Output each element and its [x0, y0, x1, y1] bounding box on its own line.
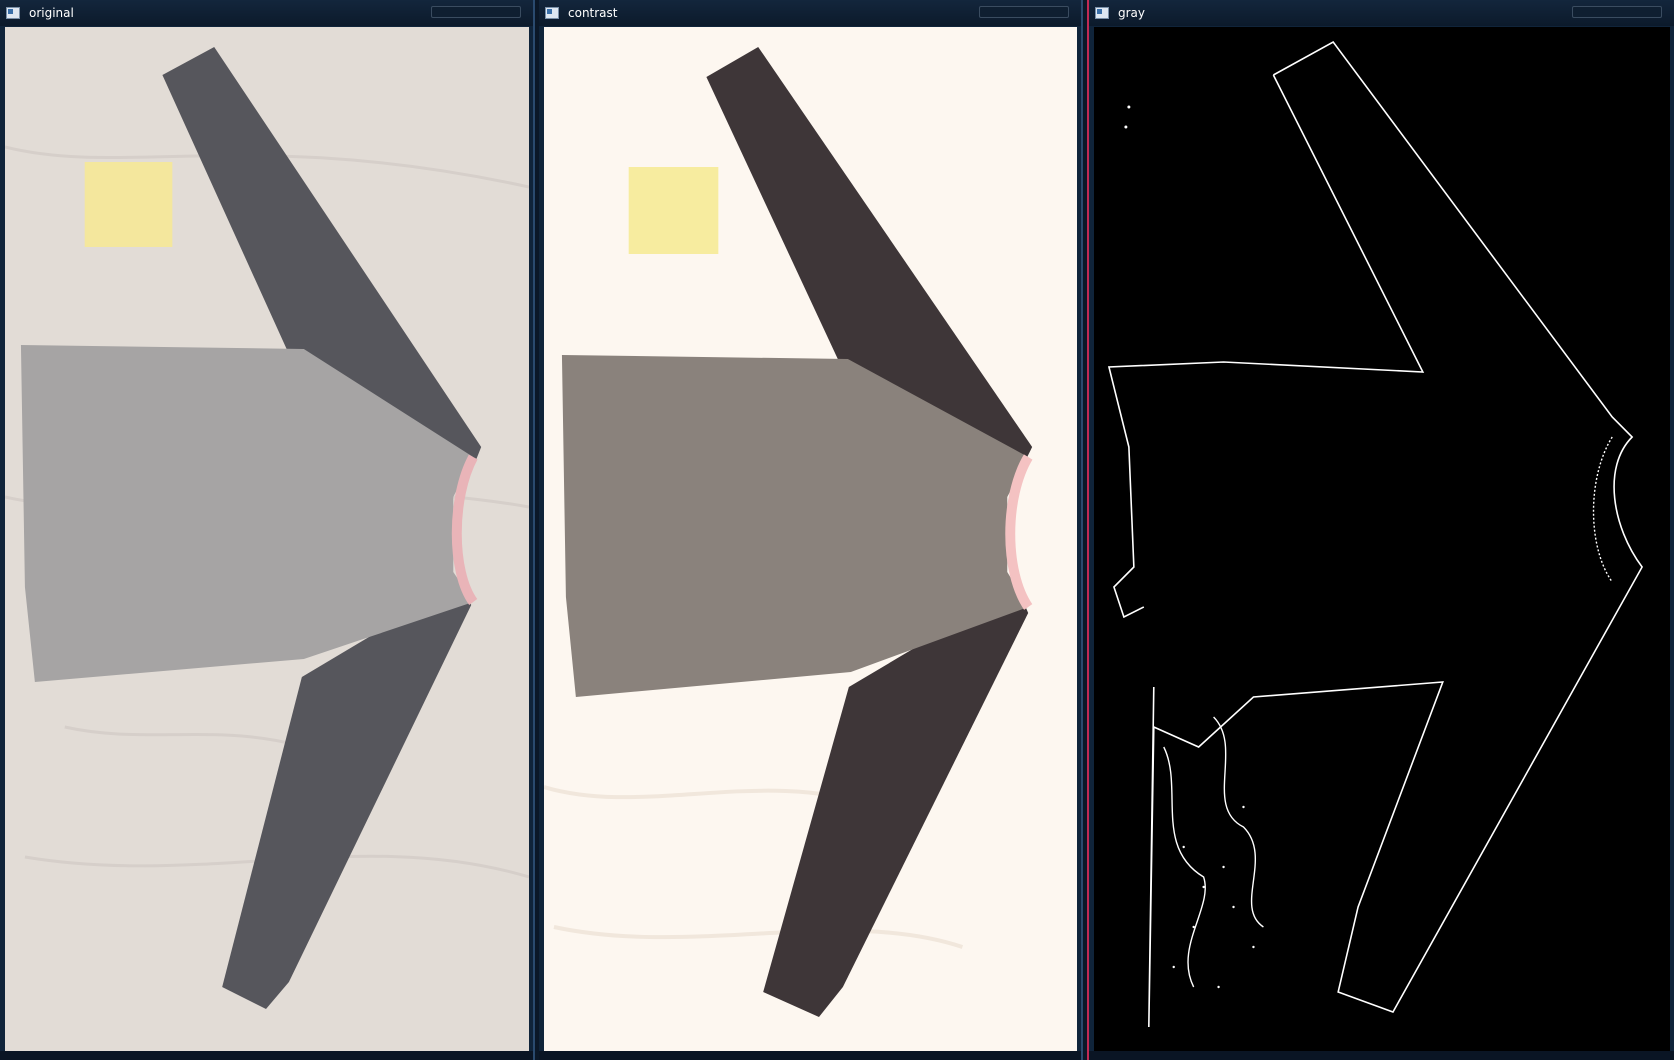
status-strip: [1089, 1051, 1674, 1060]
original-window[interactable]: original: [0, 0, 535, 1060]
window-title: contrast: [568, 6, 618, 20]
window-icon: [6, 7, 20, 19]
window-controls[interactable]: [1572, 6, 1662, 18]
window-controls[interactable]: [431, 6, 521, 18]
window-icon: [1095, 7, 1109, 19]
window-controls[interactable]: [979, 6, 1069, 18]
original-titlebar[interactable]: original: [0, 0, 533, 26]
gray-titlebar[interactable]: gray: [1089, 0, 1674, 26]
status-strip: [0, 1051, 533, 1060]
window-title: original: [29, 6, 74, 20]
gray-window[interactable]: gray: [1087, 0, 1674, 1060]
contrast-titlebar[interactable]: contrast: [539, 0, 1081, 26]
window-icon: [545, 7, 559, 19]
window-title: gray: [1118, 6, 1146, 20]
contrast-image: [544, 27, 1077, 1051]
original-image: [5, 27, 529, 1051]
status-strip: [539, 1051, 1081, 1060]
contrast-window[interactable]: contrast: [539, 0, 1083, 1060]
gray-image: [1094, 27, 1670, 1051]
